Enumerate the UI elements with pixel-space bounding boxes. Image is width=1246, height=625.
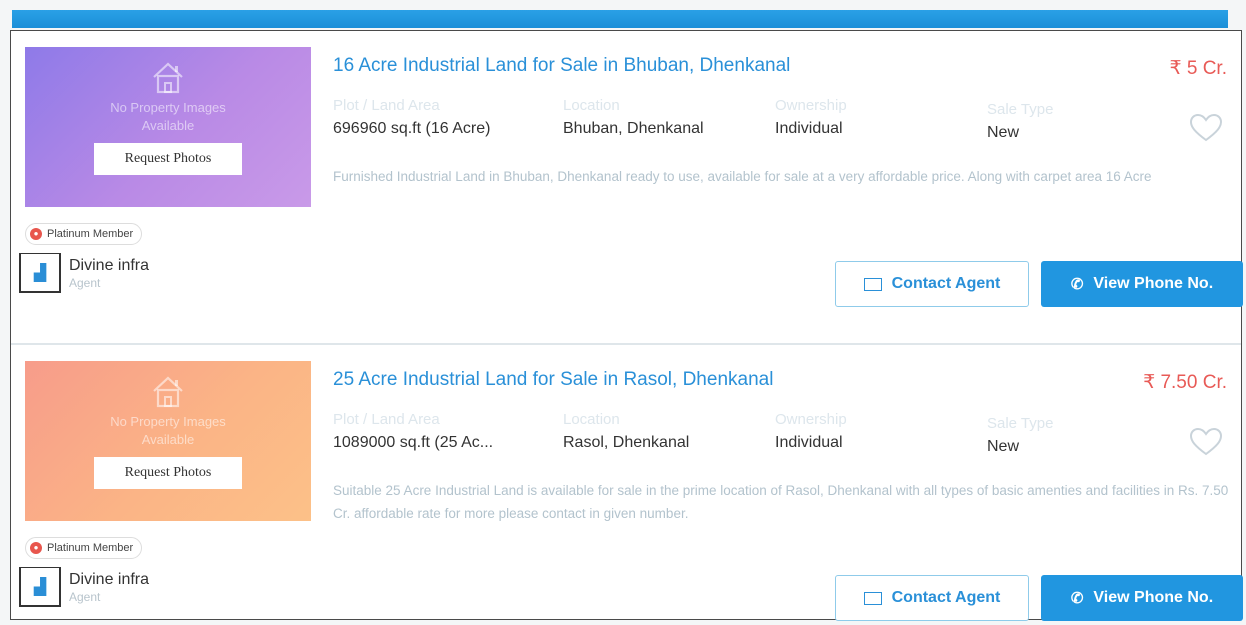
property-card: No Property Images Available Request Pho… <box>11 31 1243 331</box>
view-phone-button[interactable]: ✆ View Phone No. <box>1041 261 1243 307</box>
property-image-placeholder: No Property Images Available Request Pho… <box>25 47 311 207</box>
field-label: Ownership <box>775 97 847 114</box>
badge-label: Platinum Member <box>47 228 134 240</box>
agent-info[interactable]: ▟ Divine infra Agent <box>19 253 149 293</box>
platinum-badge-icon: ● <box>30 228 42 240</box>
agent-role: Agent <box>69 275 101 290</box>
no-images-text: No Property Images Available <box>110 100 226 133</box>
house-icon <box>153 376 183 408</box>
phone-icon: ✆ <box>1070 276 1084 293</box>
field-value: New <box>987 124 1020 141</box>
field-value: New <box>987 438 1020 455</box>
platinum-member-badge: ● Platinum Member <box>25 223 143 245</box>
top-accent-bar <box>12 10 1228 28</box>
field-value: Individual <box>775 434 843 451</box>
agent-logo-icon: ▟ <box>19 253 61 293</box>
listing-panel: No Property Images Available Request Pho… <box>10 30 1243 621</box>
field-label: Sale Type <box>987 415 1054 432</box>
house-icon <box>153 62 183 94</box>
field-label: Plot / Land Area <box>333 411 440 428</box>
field-label: Ownership <box>775 411 847 428</box>
property-description: Furnished Industrial Land in Bhuban, Dhe… <box>333 169 1152 184</box>
contact-agent-button[interactable]: Contact Agent <box>835 261 1029 307</box>
field-area: Plot / Land Area 1089000 sq.ft (25 Ac... <box>333 411 493 452</box>
field-location: Location Rasol, Dhenkanal <box>563 411 689 452</box>
mail-icon <box>863 591 882 605</box>
contact-agent-label: Contact Agent <box>891 589 1001 606</box>
field-location: Location Bhuban, Dhenkanal <box>563 97 704 138</box>
platinum-member-badge: ● Platinum Member <box>25 537 143 559</box>
field-sale-type: Sale Type New <box>987 101 1053 142</box>
phone-icon: ✆ <box>1070 590 1084 607</box>
contact-agent-label: Contact Agent <box>891 275 1001 292</box>
view-phone-button[interactable]: ✆ View Phone No. <box>1041 575 1243 621</box>
property-price: ₹ 5 Cr. <box>1169 58 1228 79</box>
field-label: Sale Type <box>987 101 1054 118</box>
contact-agent-button[interactable]: Contact Agent <box>835 575 1029 621</box>
view-phone-label: View Phone No. <box>1093 275 1214 292</box>
agent-role: Agent <box>69 589 101 604</box>
agent-logo-icon: ▟ <box>19 567 61 607</box>
field-label: Location <box>563 411 620 428</box>
no-images-text: No Property Images Available <box>110 414 226 447</box>
agent-name[interactable]: Divine infra <box>69 571 149 589</box>
platinum-badge-icon: ● <box>30 542 42 554</box>
field-label: Location <box>563 97 620 114</box>
property-title[interactable]: 25 Acre Industrial Land for Sale in Raso… <box>333 369 773 391</box>
field-value: 696960 sq.ft (16 Acre) <box>333 120 491 137</box>
heart-icon[interactable] <box>1189 113 1223 143</box>
field-value: Individual <box>775 120 843 137</box>
request-photos-button[interactable]: Request Photos <box>94 457 242 489</box>
badge-label: Platinum Member <box>47 542 134 554</box>
field-sale-type: Sale Type New <box>987 415 1053 456</box>
field-value: Bhuban, Dhenkanal <box>563 120 704 137</box>
property-card: No Property Images Available Request Pho… <box>11 343 1243 625</box>
property-description: Suitable 25 Acre Industrial Land is avai… <box>333 483 1229 521</box>
agent-info[interactable]: ▟ Divine infra Agent <box>19 567 149 607</box>
property-title[interactable]: 16 Acre Industrial Land for Sale in Bhub… <box>333 55 790 77</box>
field-value: 1089000 sq.ft (25 Ac... <box>333 434 494 451</box>
view-phone-label: View Phone No. <box>1093 589 1214 606</box>
field-area: Plot / Land Area 696960 sq.ft (16 Acre) <box>333 97 490 138</box>
field-label: Plot / Land Area <box>333 97 440 114</box>
agent-name[interactable]: Divine infra <box>69 257 149 275</box>
property-price: ₹ 7.50 Cr. <box>1143 372 1227 393</box>
field-ownership: Ownership Individual <box>775 97 847 138</box>
field-ownership: Ownership Individual <box>775 411 847 452</box>
heart-icon[interactable] <box>1189 427 1223 457</box>
mail-icon <box>863 277 882 291</box>
request-photos-button[interactable]: Request Photos <box>94 143 242 175</box>
property-image-placeholder: No Property Images Available Request Pho… <box>25 361 311 521</box>
field-value: Rasol, Dhenkanal <box>563 434 690 451</box>
